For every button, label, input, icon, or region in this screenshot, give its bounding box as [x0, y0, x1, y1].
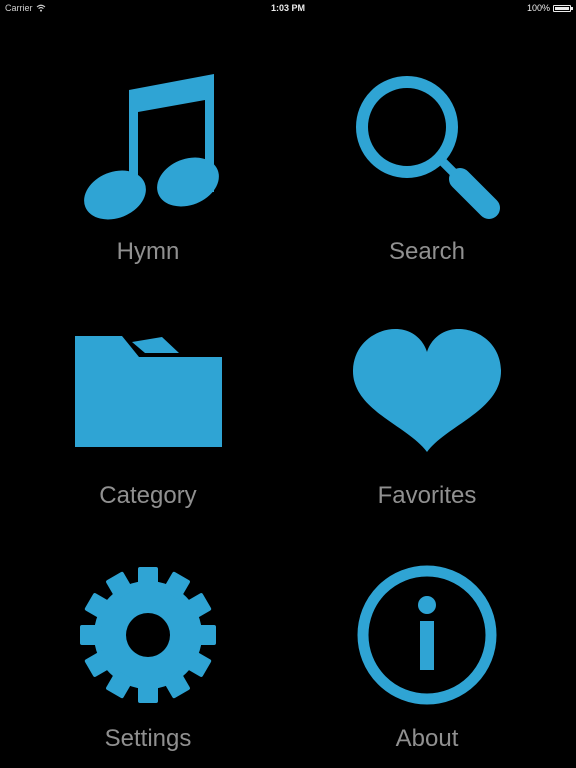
hymn-label: Hymn	[116, 238, 180, 265]
home-screen: Carrier 1:03 PM 100% Hymn Search Categor…	[0, 0, 576, 768]
favorites-label: Favorites	[377, 482, 477, 509]
battery-indicator: 100%	[526, 3, 573, 13]
status-bar: Carrier 1:03 PM 100%	[0, 0, 576, 16]
search-label: Search	[388, 238, 466, 265]
folder-icon	[75, 336, 222, 447]
hymn-button[interactable]: Hymn	[33, 55, 263, 285]
magnifier-icon	[356, 76, 500, 219]
music-note-icon	[84, 74, 219, 220]
about-label: About	[395, 725, 459, 752]
settings-label: Settings	[104, 725, 192, 752]
category-button[interactable]: Category	[33, 300, 263, 530]
about-button[interactable]: About	[312, 545, 542, 768]
battery-percent: 100%	[526, 3, 550, 13]
search-button[interactable]: Search	[312, 55, 542, 285]
status-time: 1:03 PM	[270, 3, 305, 13]
settings-button[interactable]: Settings	[33, 545, 263, 768]
info-icon	[357, 565, 497, 705]
battery-icon	[553, 4, 573, 12]
category-label: Category	[99, 482, 197, 509]
gear-icon	[80, 567, 216, 703]
heart-icon	[352, 329, 502, 452]
favorites-button[interactable]: Favorites	[312, 300, 542, 530]
